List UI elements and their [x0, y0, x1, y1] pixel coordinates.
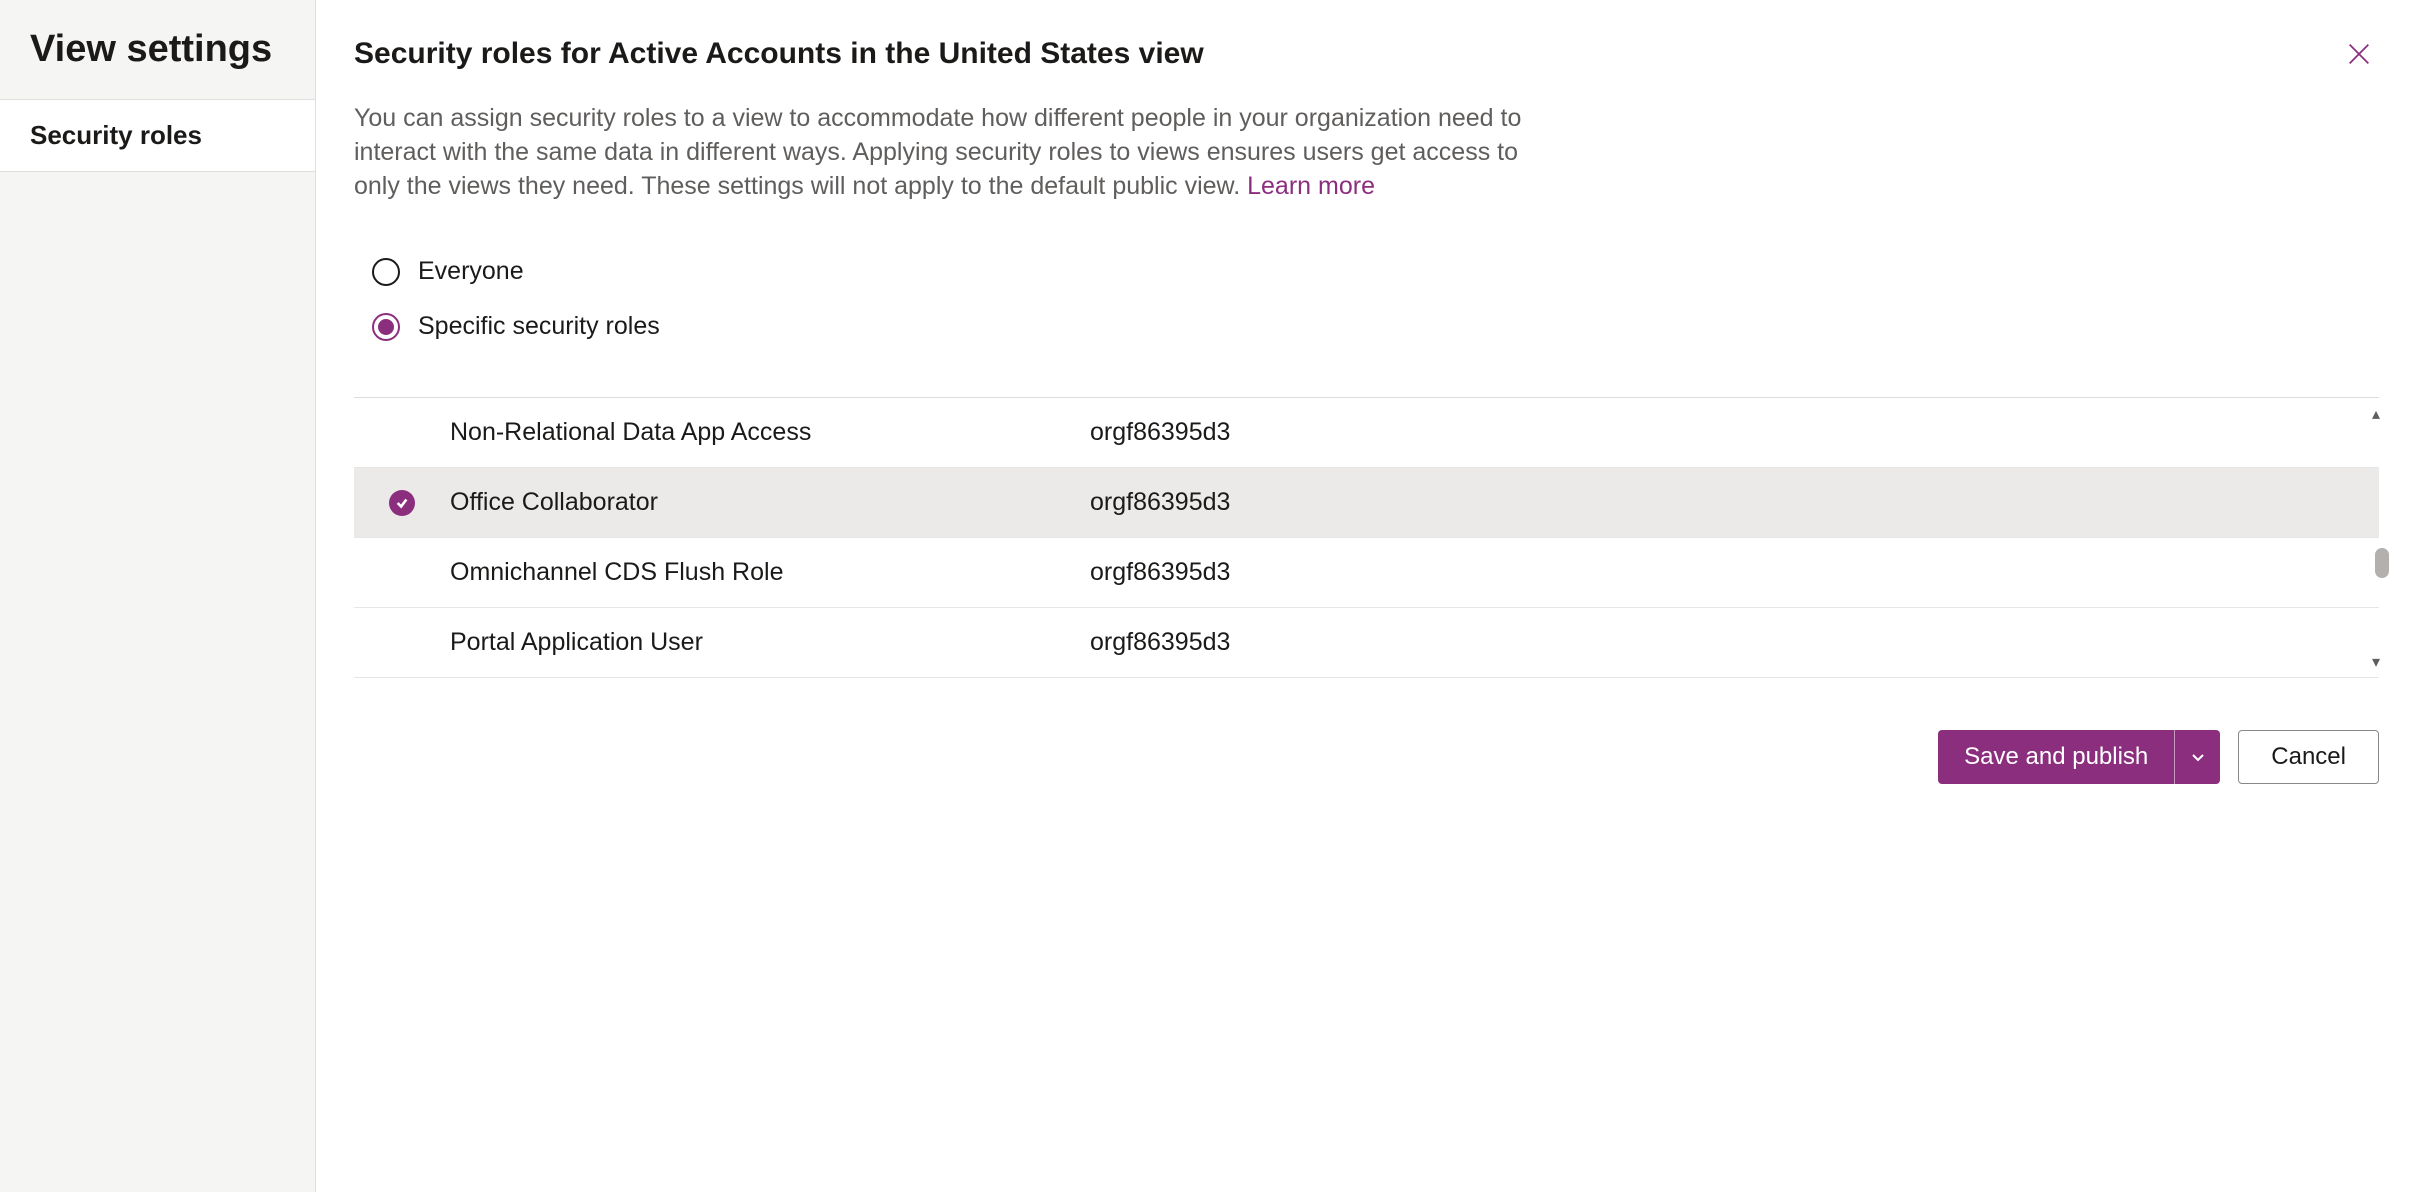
- radio-circle-icon: [372, 313, 400, 341]
- learn-more-link[interactable]: Learn more: [1247, 172, 1375, 200]
- table-row[interactable]: Office Collaborator orgf86395d3: [354, 468, 2379, 538]
- role-org: orgf86395d3: [1090, 558, 1230, 587]
- role-org: orgf86395d3: [1090, 628, 1230, 657]
- radio-label-specific: Specific security roles: [418, 312, 660, 341]
- check-icon: [389, 490, 415, 516]
- page-title: Security roles for Active Accounts in th…: [354, 37, 1204, 71]
- header-row: Security roles for Active Accounts in th…: [354, 34, 2379, 74]
- cancel-button[interactable]: Cancel: [2238, 730, 2379, 784]
- save-and-publish-label: Save and publish: [1938, 730, 2174, 784]
- table-row[interactable]: Portal Application User orgf86395d3: [354, 608, 2379, 678]
- radio-group-scope: Everyone Specific security roles: [354, 257, 2379, 367]
- description-text: You can assign security roles to a view …: [354, 102, 1534, 203]
- main-content: Security roles for Active Accounts in th…: [316, 0, 2417, 1192]
- role-org: orgf86395d3: [1090, 418, 1230, 447]
- radio-option-specific[interactable]: Specific security roles: [372, 312, 2379, 341]
- save-split-dropdown[interactable]: [2174, 730, 2220, 784]
- sidebar-item-security-roles[interactable]: Security roles: [0, 99, 315, 172]
- role-name: Office Collaborator: [450, 488, 1090, 517]
- close-button[interactable]: [2339, 34, 2379, 74]
- role-org: orgf86395d3: [1090, 488, 1230, 517]
- sidebar: View settings Security roles: [0, 0, 316, 1192]
- table-row[interactable]: Omnichannel CDS Flush Role orgf86395d3: [354, 538, 2379, 608]
- scrollbar-thumb[interactable]: [2375, 548, 2389, 578]
- roles-table: ▴ Non-Relational Data App Access orgf863…: [354, 397, 2379, 678]
- radio-circle-icon: [372, 258, 400, 286]
- role-name: Portal Application User: [450, 628, 1090, 657]
- role-name: Omnichannel CDS Flush Role: [450, 558, 1090, 587]
- radio-label-everyone: Everyone: [418, 257, 524, 286]
- close-icon: [2345, 40, 2373, 68]
- role-name: Non-Relational Data App Access: [450, 418, 1090, 447]
- footer-actions: Save and publish Cancel: [354, 710, 2379, 784]
- sidebar-title: View settings: [0, 0, 315, 99]
- radio-option-everyone[interactable]: Everyone: [372, 257, 2379, 286]
- table-row[interactable]: Non-Relational Data App Access orgf86395…: [354, 398, 2379, 468]
- scroll-up-arrow-icon[interactable]: ▴: [2365, 404, 2387, 424]
- chevron-down-icon: [2190, 749, 2206, 765]
- save-and-publish-button[interactable]: Save and publish: [1938, 730, 2220, 784]
- scroll-down-arrow-icon[interactable]: ▾: [2365, 652, 2387, 672]
